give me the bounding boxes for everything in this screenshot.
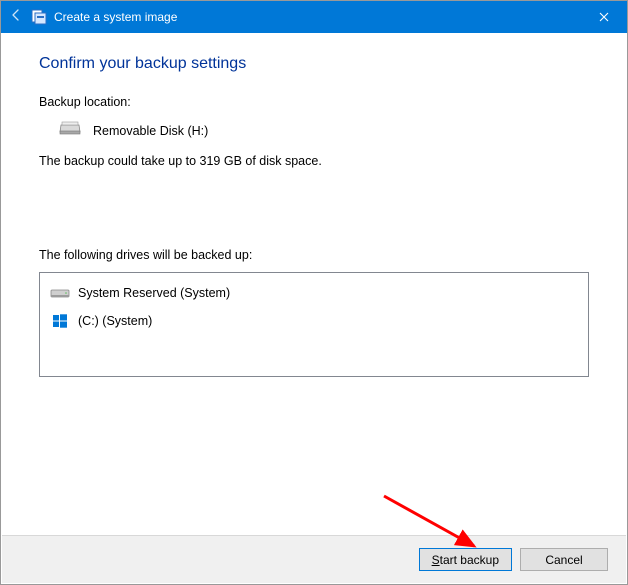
titlebar: Create a system image (1, 1, 627, 33)
drives-list-label: The following drives will be backed up: (39, 248, 589, 262)
page-heading: Confirm your backup settings (39, 55, 589, 73)
content-area: Confirm your backup settings Backup loca… (1, 33, 627, 377)
back-button[interactable] (1, 8, 31, 26)
drive-label: System Reserved (System) (78, 286, 230, 300)
drive-item: System Reserved (System) (48, 279, 580, 307)
drive-item: (C:) (System) (48, 307, 580, 335)
windows-logo-icon (48, 313, 72, 329)
drives-list: System Reserved (System) (C:) (System) (39, 272, 589, 377)
cancel-button[interactable]: Cancel (520, 548, 608, 571)
start-backup-button[interactable]: Start backup (419, 548, 512, 571)
app-icon (31, 9, 47, 25)
removable-disk-icon (59, 121, 81, 140)
button-bar: Start backup Cancel (2, 535, 626, 583)
window-title: Create a system image (54, 10, 177, 24)
hdd-icon (48, 287, 72, 299)
close-button[interactable] (581, 1, 627, 33)
size-note: The backup could take up to 319 GB of di… (39, 154, 589, 168)
backup-location-label: Backup location: (39, 95, 589, 109)
backup-location-row: Removable Disk (H:) (59, 121, 589, 140)
backup-location-value: Removable Disk (H:) (93, 124, 208, 138)
drive-label: (C:) (System) (78, 314, 152, 328)
